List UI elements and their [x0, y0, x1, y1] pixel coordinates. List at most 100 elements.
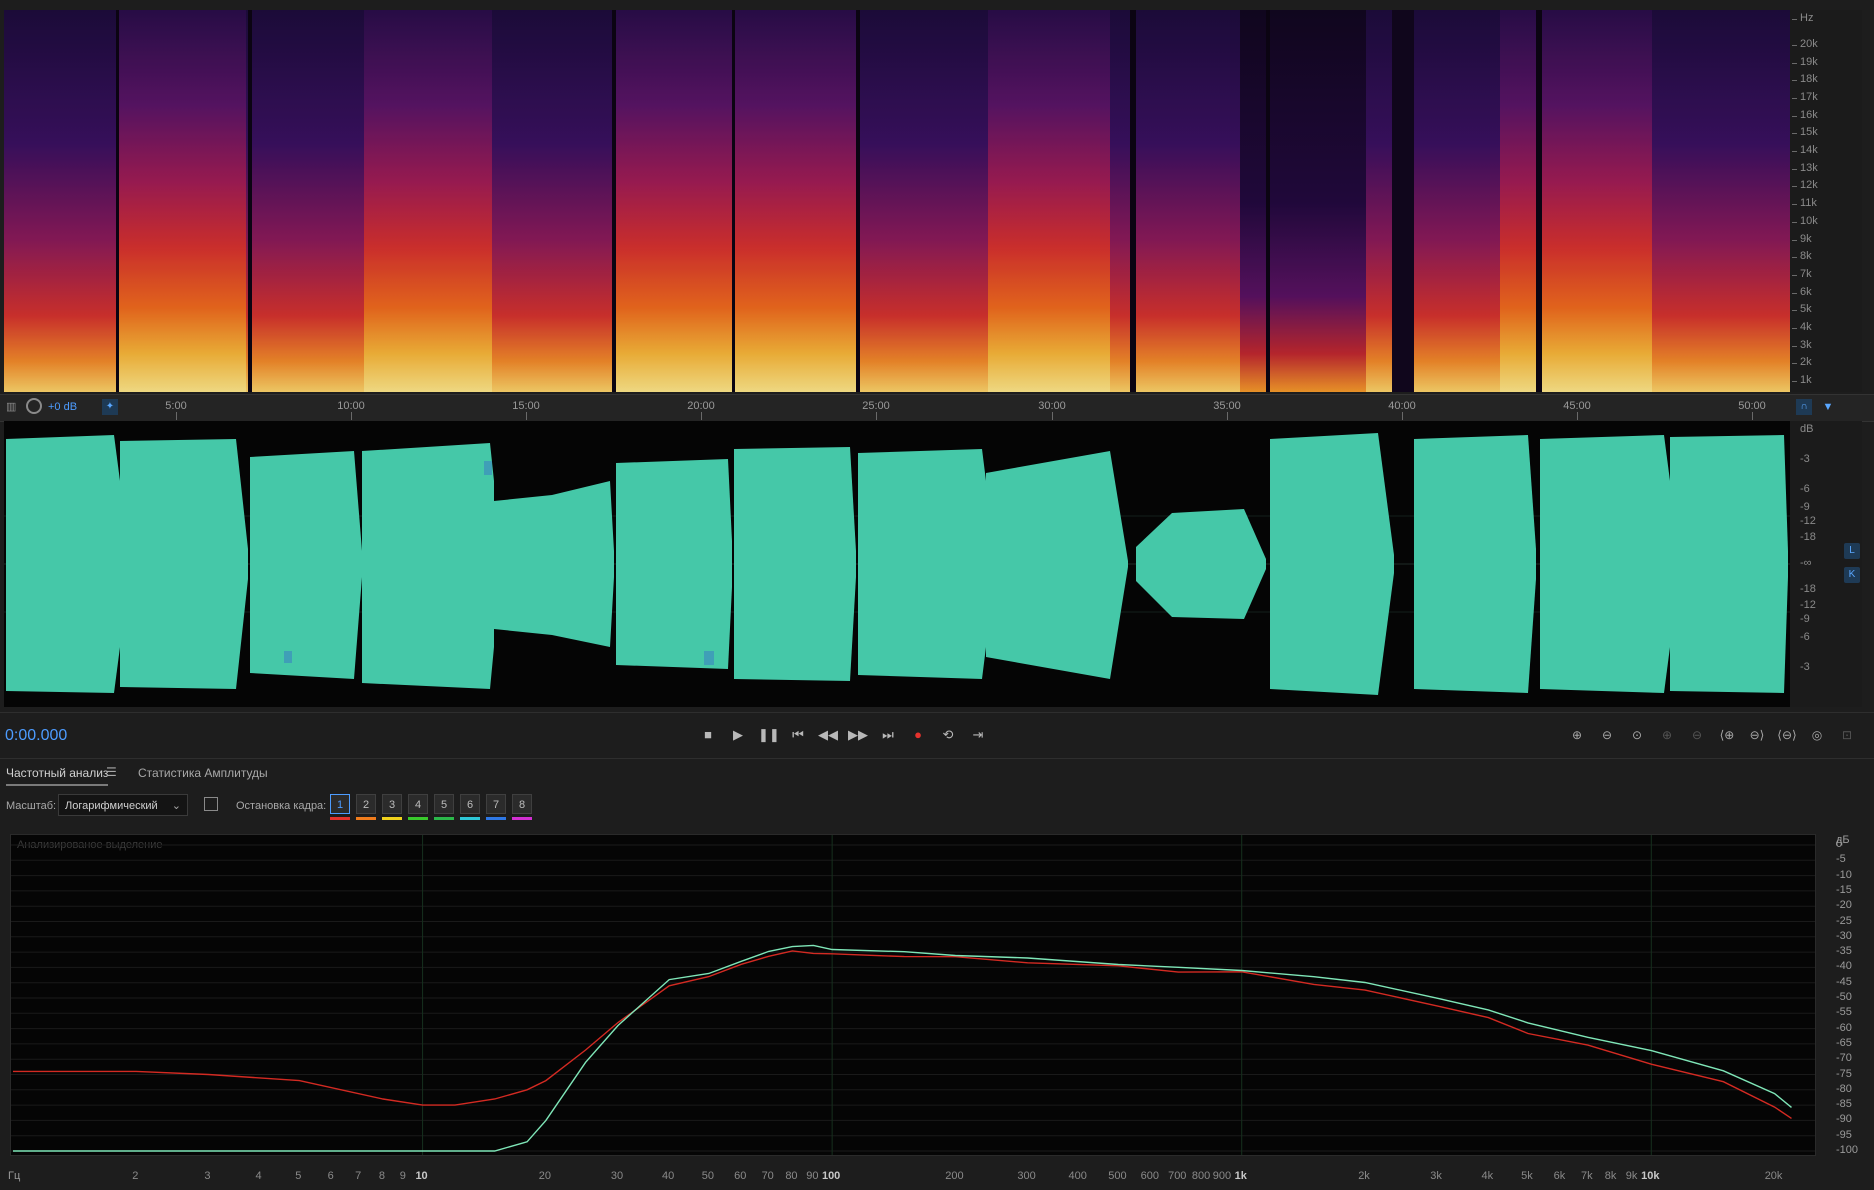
- zoom-out-point-icon[interactable]: ⊖: [1686, 725, 1708, 745]
- db-tick-label: -60: [1836, 1021, 1852, 1034]
- freeze-frame-color: [486, 817, 506, 820]
- hz-tick-label: 500: [1108, 1170, 1127, 1182]
- frequency-analysis-plot[interactable]: Анализированое выделение: [10, 834, 1816, 1156]
- hz-tick-label: 3: [204, 1170, 211, 1182]
- time-tick: [1402, 412, 1403, 420]
- gain-knob-icon[interactable]: [26, 398, 42, 414]
- fast-forward-icon[interactable]: ▶▶: [848, 725, 868, 745]
- timecode-display[interactable]: 0:00.000: [5, 727, 67, 745]
- freeze-frame-button[interactable]: 8: [512, 794, 532, 814]
- record-icon[interactable]: ●: [908, 725, 928, 745]
- time-tick-label: 5:00: [165, 400, 187, 412]
- freq-tick-label: 20k: [1792, 38, 1818, 50]
- hz-tick-label: 600: [1140, 1170, 1160, 1182]
- hz-tick-label: 80: [785, 1170, 798, 1182]
- db-tick-label: -18: [1800, 583, 1816, 595]
- hz-tick-label: 800: [1191, 1170, 1211, 1182]
- freq-tick-label: 4k: [1792, 320, 1812, 333]
- hz-tick-label: 10: [415, 1170, 428, 1182]
- hz-tick-label: 100: [821, 1170, 841, 1182]
- freq-tick-label: 15k: [1792, 126, 1818, 139]
- tab-amplitude-statistics[interactable]: Статистика Амплитуды: [138, 766, 268, 780]
- time-tick-label: 45:00: [1563, 400, 1591, 412]
- tab-frequency-analysis[interactable]: Частотный анализ: [6, 766, 109, 786]
- pin-icon[interactable]: ✦: [102, 399, 118, 415]
- time-tick-label: 10:00: [337, 400, 365, 412]
- db-tick-label: -50: [1836, 991, 1852, 1003]
- rewind-icon[interactable]: ◀◀: [818, 725, 838, 745]
- db-tick-label: -70: [1836, 1052, 1852, 1065]
- time-tick-label: 30:00: [1038, 400, 1066, 412]
- level-meter-icon[interactable]: ▥: [6, 400, 20, 414]
- freeze-frame-button[interactable]: 1: [330, 794, 350, 814]
- zoom-out-full-icon[interactable]: ⟨⊖⟩: [1776, 725, 1798, 745]
- hz-unit-label: Hz: [1791, 12, 1814, 24]
- waveform-view[interactable]: [4, 421, 1790, 707]
- hz-tick-label: 9k: [1625, 1170, 1638, 1182]
- zoom-selection-icon[interactable]: ◎: [1806, 725, 1828, 745]
- hz-tick-label: 1k: [1234, 1170, 1247, 1182]
- zoom-in-amplitude-icon[interactable]: ⊕: [1566, 725, 1588, 745]
- hz-tick-label: 9: [399, 1170, 406, 1182]
- zoom-reset-icon[interactable]: ⊙: [1626, 725, 1648, 745]
- db-tick-label: -95: [1836, 1128, 1852, 1141]
- scale-label: Масштаб:: [6, 800, 57, 812]
- hz-axis: Гц 2 3 4 5 6 7 8 9 10 20 30 40 50 60 70 80 90 100 200 300 40…: [0, 1158, 1874, 1190]
- scale-value: Логарифмический: [65, 800, 158, 812]
- channel-right-button[interactable]: K: [1844, 567, 1860, 583]
- time-tick: [876, 412, 877, 420]
- zoom-in-time-icon[interactable]: ⟨⊕: [1716, 725, 1738, 745]
- freeze-frame-button[interactable]: 2: [356, 794, 376, 814]
- freeze-frame-button[interactable]: 3: [382, 794, 402, 814]
- timeline-ruler[interactable]: ▥ +0 dB ✦ ∩ ▼ 5:00 10:00 15:00 20:00 25:00 30…: [0, 394, 1874, 422]
- panel-menu-icon[interactable]: ☰: [106, 765, 117, 779]
- hz-tick-label: 2: [132, 1170, 139, 1182]
- hz-tick-label: 4: [255, 1170, 262, 1182]
- panel-tabbar: Частотный анализ ☰ Статистика Амплитуды: [0, 758, 1874, 789]
- db-tick-label: -45: [1836, 975, 1852, 988]
- hz-tick-label: 6: [327, 1170, 334, 1182]
- zoom-track-icon[interactable]: ⊡: [1836, 725, 1858, 745]
- spectrogram-view[interactable]: [4, 10, 1790, 392]
- loop-icon[interactable]: ⟲: [938, 725, 958, 745]
- go-to-start-icon[interactable]: ⏮: [788, 725, 808, 745]
- db-tick-label: -3: [1800, 661, 1810, 673]
- freq-tick-label: 6k: [1792, 285, 1812, 298]
- time-tick-label: 20:00: [687, 400, 715, 412]
- hz-tick-label: 900: [1212, 1170, 1232, 1182]
- headphones-icon[interactable]: ∩: [1796, 399, 1812, 415]
- scale-dropdown[interactable]: Логарифмический ⌄: [58, 794, 188, 816]
- freeze-frame-button[interactable]: 4: [408, 794, 428, 814]
- freeze-frame-button[interactable]: 7: [486, 794, 506, 814]
- marker-icon[interactable]: ▼: [1820, 399, 1836, 415]
- hz-tick-label: 50: [701, 1170, 714, 1182]
- time-tick: [351, 412, 352, 420]
- freeze-frame-button[interactable]: 6: [460, 794, 480, 814]
- copy-icon[interactable]: [204, 797, 218, 811]
- pause-icon[interactable]: ❚❚: [758, 725, 780, 745]
- zoom-out-amplitude-icon[interactable]: ⊖: [1596, 725, 1618, 745]
- zoom-out-time-icon[interactable]: ⊖⟩: [1746, 725, 1768, 745]
- db-unit-label: dB: [1800, 423, 1814, 435]
- db-tick-label: -65: [1836, 1036, 1852, 1049]
- channel-left-button[interactable]: L: [1844, 543, 1860, 559]
- time-tick: [701, 412, 702, 420]
- chevron-down-icon: ⌄: [171, 800, 181, 812]
- freeze-frame-button[interactable]: 5: [434, 794, 454, 814]
- freq-tick-label: 12k: [1792, 179, 1818, 192]
- skip-selection-icon[interactable]: ⇥: [968, 725, 988, 745]
- hz-tick-label: 20: [538, 1170, 551, 1182]
- hz-tick-label: 20k: [1764, 1170, 1783, 1182]
- hz-tick-label: 30: [610, 1170, 624, 1182]
- freeze-frame-color: [382, 817, 402, 820]
- freeze-frame-label: Остановка кадра:: [236, 800, 327, 812]
- time-tick: [526, 412, 527, 420]
- db-axis: дБ 0 -5 -10 -15 -20 -25 -30 -35 -40 -45 -50 -55 -60-…: [1818, 834, 1868, 1156]
- db-tick-label: -40: [1836, 960, 1852, 973]
- stop-icon[interactable]: ■: [698, 725, 718, 745]
- time-tick: [1577, 412, 1578, 420]
- play-icon[interactable]: ▶: [728, 725, 748, 745]
- gain-value[interactable]: +0 dB: [48, 401, 77, 413]
- go-to-end-icon[interactable]: ⏭: [878, 725, 898, 745]
- zoom-in-point-icon[interactable]: ⊕: [1656, 725, 1678, 745]
